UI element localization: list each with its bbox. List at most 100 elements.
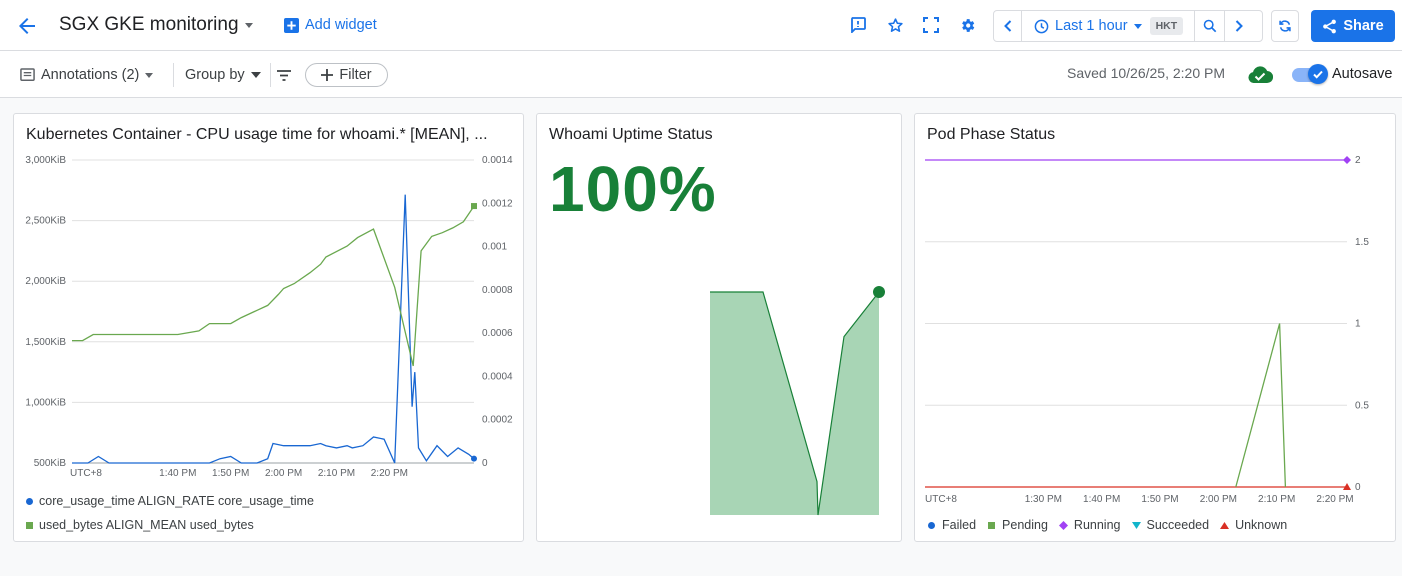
series-end-marker [1343,156,1351,164]
y2-tick-label: 0.0004 [482,371,513,382]
filter-list-icon[interactable] [275,66,293,84]
time-zoom-button[interactable] [1195,11,1225,41]
widget-title: Whoami Uptime Status [549,126,713,143]
time-range-selector[interactable]: Last 1 hour HKT [1022,11,1195,41]
pod-phase-widget[interactable]: Pod Phase Status 0 0.5 1 1.5 2 UTC+8 1:30 PM 1:… [914,113,1396,542]
legend-label: Succeeded [1146,518,1210,532]
time-prev-button[interactable] [994,11,1022,41]
pod-legend: Failed Pending Running Succeeded Unknown [927,518,1287,532]
x-tick-label: 1:50 PM [1141,494,1178,505]
timezone-chip[interactable]: HKT [1149,17,1184,35]
widget-title: Pod Phase Status [927,126,1056,143]
y-tick-label: 500KiB [34,458,67,469]
legend-label: Running [1073,518,1121,532]
legend-label: Unknown [1235,518,1288,532]
zoom-icon [1203,19,1216,33]
chevron-right-icon [1235,20,1243,32]
chevron-left-icon [1003,20,1011,32]
y-tick-label: 2,500KiB [25,216,66,227]
y2-tick-label: 0.0012 [482,198,513,209]
autosave-label: Autosave [1332,66,1393,82]
x-tick-label: 2:10 PM [1258,494,1295,505]
legend-item[interactable]: Pending [987,518,1048,532]
legend-marker [928,521,935,529]
y2-tick-label: 0.0008 [482,285,513,296]
uptime-sparkline-chart[interactable] [537,284,903,534]
legend-item[interactable]: Unknown [1220,518,1287,532]
x-tick-label: 2:00 PM [265,468,302,479]
dashboard-title-dropdown[interactable]: SGX GKE monitoring [59,14,253,36]
x-tick-label: 2:20 PM [371,468,408,479]
refresh-button[interactable] [1271,10,1299,42]
legend-label: core_usage_time ALIGN_RATE core_usage_ti… [39,494,314,508]
legend-item[interactable]: used_bytes ALIGN_MEAN used_bytes [26,518,254,532]
top-app-bar: SGX GKE monitoring Add widget Last 1 hou… [0,0,1402,51]
autosave-toggle[interactable] [1292,64,1328,84]
cloud-saved-icon [1246,64,1274,86]
feedback-icon[interactable] [848,15,868,35]
dashboard-title: SGX GKE monitoring [59,14,239,35]
legend-marker [26,497,33,505]
legend-item[interactable]: Succeeded [1131,518,1210,532]
x-tick-label: 2:10 PM [318,468,355,479]
fullscreen-icon[interactable] [921,15,941,35]
add-box-icon [284,17,299,33]
y-tick-label: 2,000KiB [25,276,66,287]
saved-status: Saved 10/26/25, 2:20 PM [1067,65,1225,81]
chevron-down-icon [145,72,154,78]
add-widget-button[interactable]: Add widget [284,17,377,33]
y2-tick-label: 0.0002 [482,415,513,426]
y-tick-label: 1.5 [1355,237,1369,248]
y2-tick-label: 0.0014 [482,155,513,166]
annotations-dropdown[interactable]: Annotations (2) [20,67,154,83]
x-tick-label: 2:20 PM [1316,494,1353,505]
back-arrow-icon[interactable] [14,14,40,38]
settings-gear-icon[interactable] [957,15,977,35]
cpu-usage-widget[interactable]: Kubernetes Container - CPU usage time fo… [13,113,524,542]
refresh-icon [1279,20,1291,32]
y2-tick-label: 0.001 [482,242,507,253]
legend-item[interactable]: Failed [927,518,976,532]
legend-marker [26,521,33,529]
x-tick-label: UTC+8 [925,494,957,505]
chevron-down-icon [250,72,261,78]
legend-marker [1220,521,1230,529]
group-by-dropdown[interactable]: Group by [185,67,261,83]
legend-item[interactable]: core_usage_time ALIGN_RATE core_usage_ti… [26,494,314,508]
uptime-widget[interactable]: Whoami Uptime Status 100% [536,113,902,542]
x-tick-label: 1:40 PM [159,468,196,479]
dashboard-toolbar: Annotations (2) Group by Filter Saved 10… [0,51,1402,98]
chevron-down-icon [1133,23,1142,29]
add-widget-label: Add widget [305,17,377,33]
add-filter-button[interactable]: Filter [305,63,388,87]
filter-label: Filter [339,67,372,83]
cpu-usage-chart[interactable]: 500KiB 1,000KiB 1,500KiB 2,000KiB 2,500KiB 3,… [14,148,525,528]
y-tick-label: 3,000KiB [25,155,66,166]
star-icon[interactable] [885,15,905,35]
series-end-marker [471,203,477,210]
legend-marker [1058,520,1068,530]
x-tick-label: 1:50 PM [212,468,249,479]
legend-label: used_bytes ALIGN_MEAN used_bytes [39,518,254,532]
y-tick-label: 1,500KiB [25,337,66,348]
annotations-label: Annotations (2) [41,67,140,83]
time-next-button[interactable] [1225,11,1253,41]
y2-tick-label: 0.0006 [482,328,513,339]
uptime-value: 100% [549,153,717,225]
x-tick-label: 2:00 PM [1200,494,1237,505]
y-tick-label: 0.5 [1355,400,1369,411]
pod-phase-chart[interactable]: 0 0.5 1 1.5 2 UTC+8 1:30 PM 1:40 PM 1:50 PM 2:00 … [915,148,1397,528]
y-tick-label: 1 [1355,319,1361,330]
legend-item[interactable]: Running [1058,518,1121,532]
series-line [72,194,475,464]
toggle-knob [1308,64,1328,84]
share-icon [1323,19,1337,33]
share-button[interactable]: Share [1311,10,1395,42]
widget-title: Kubernetes Container - CPU usage time fo… [26,126,488,143]
uptime-current-marker [873,286,885,298]
x-tick-label: 1:30 PM [1025,494,1062,505]
legend-marker [988,521,996,529]
time-range-control: Last 1 hour HKT [993,10,1263,42]
legend-label: Pending [1002,518,1048,532]
time-range-label: Last 1 hour [1055,18,1128,34]
